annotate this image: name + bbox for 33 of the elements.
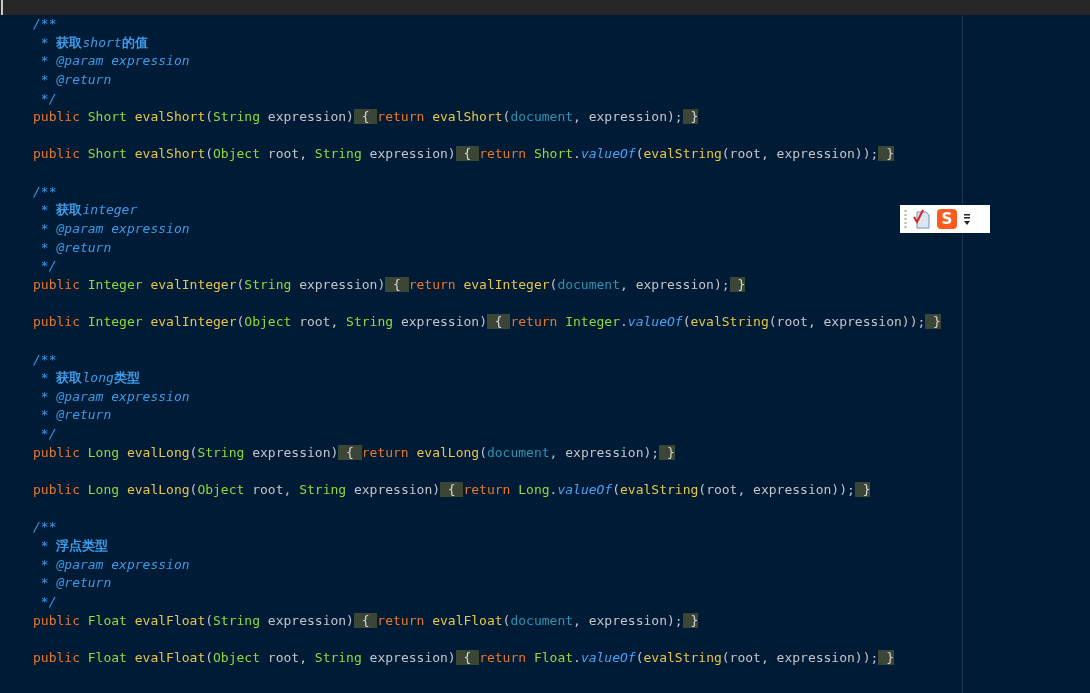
code-line: */	[39, 89, 57, 108]
document-check-icon[interactable]	[913, 209, 931, 229]
code-line: public Short evalShort(Object root, String expression) { return Short.valueOf(evalString(root, expression)); }	[33, 145, 894, 164]
code-line: * 获取short的值	[39, 33, 148, 52]
code-line: */	[39, 257, 57, 276]
logo-icon[interactable]: S	[937, 209, 957, 229]
grip-icon[interactable]	[904, 209, 907, 229]
code-line: public Long evalLong(Object root, String expression) { return Long.valueOf(evalString(root, expression)); }	[33, 481, 871, 500]
code-line: public Integer evalInteger(Object root, String expression) { return Integer.valueOf(evalString(root, expression)); }	[33, 313, 941, 332]
code-line: /**	[33, 518, 57, 537]
code-line: * @return	[39, 70, 112, 89]
code-line: public Float evalFloat(Object root, String expression) { return Float.valueOf(evalString(root, expression)); }	[33, 648, 894, 667]
code-line: */	[39, 592, 57, 611]
code-line: /**	[33, 182, 57, 201]
code-line: * @return	[39, 574, 112, 593]
code-line: * @return	[39, 238, 112, 257]
code-line: /**	[33, 15, 57, 33]
code-line: * 获取long类型	[39, 369, 140, 388]
code-line: * @param expression	[39, 52, 190, 71]
code-line: */	[39, 425, 57, 444]
code-line: /**	[33, 350, 57, 369]
code-line: public Long evalLong(String expression) { return evalLong(document, expression); }	[33, 443, 675, 462]
code-line: * 浮点类型	[39, 536, 109, 555]
code-line: * 获取integer	[39, 201, 138, 220]
text-cursor	[1, 0, 3, 15]
code-line: public Float evalFloat(String expression) { return evalFloat(document, expression); }	[33, 611, 699, 630]
code-line: * @param expression	[39, 387, 190, 406]
code-line: * @param expression	[39, 220, 190, 239]
code-line: public Integer evalInteger(String expression) { return evalInteger(document, expression); }	[33, 275, 746, 294]
code-line: public Short evalShort(String expression) { return evalShort(document, expression); }	[33, 108, 699, 127]
code-line: * @return	[39, 406, 112, 425]
caret-icon[interactable]	[963, 212, 971, 226]
code-line: * @param expression	[39, 555, 190, 574]
